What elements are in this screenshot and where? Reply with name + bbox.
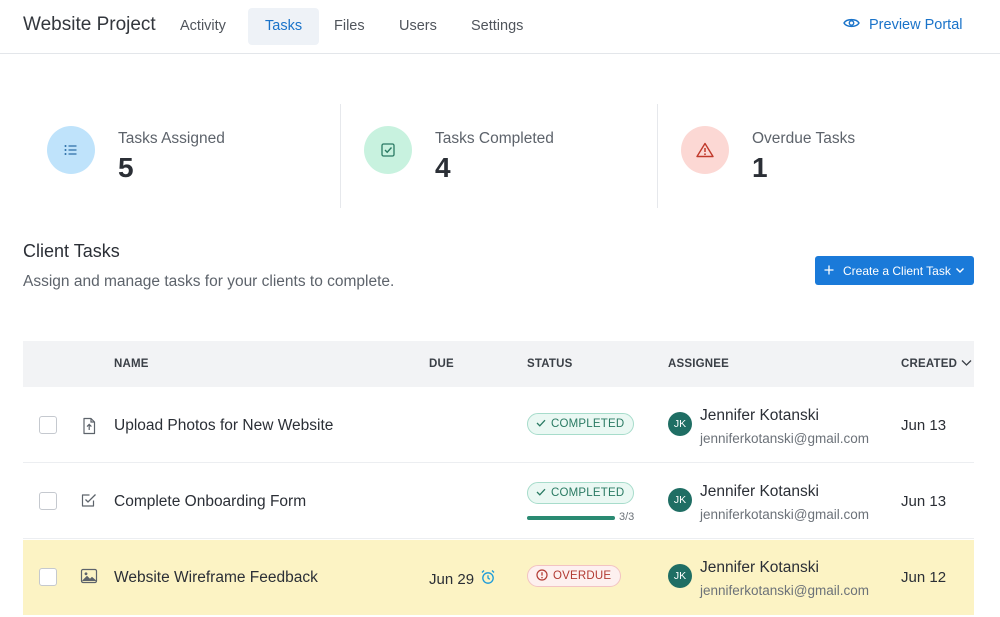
stat-value: 5	[118, 152, 134, 183]
status-badge: COMPLETED	[527, 482, 635, 504]
status-label: COMPLETED	[551, 418, 625, 430]
list-icon	[47, 126, 95, 174]
stat-value: 4	[435, 152, 451, 183]
column-header-status[interactable]: STATUS	[527, 358, 573, 370]
task-name[interactable]: Upload Photos for New Website	[114, 417, 333, 435]
stat-value: 1	[752, 152, 768, 183]
task-progress-fill	[527, 516, 615, 520]
assignee-name: Jennifer Kotanski	[700, 483, 819, 500]
plus-icon	[824, 264, 834, 278]
column-header-assignee[interactable]: ASSIGNEE	[668, 358, 729, 370]
avatar: JK	[668, 488, 692, 512]
assignee-email: jenniferkotanski@gmail.com	[700, 431, 870, 446]
check-icon	[536, 487, 546, 499]
task-name[interactable]: Website Wireframe Feedback	[114, 569, 318, 587]
chevron-down-icon[interactable]	[955, 264, 965, 278]
create-client-task-label: Create a Client Task	[843, 263, 951, 278]
tab-activity[interactable]: Activity	[163, 8, 243, 45]
file-upload-icon	[80, 417, 98, 435]
column-header-created[interactable]: CREATED	[901, 358, 972, 370]
preview-portal-link[interactable]: Preview Portal	[843, 17, 962, 33]
section-title: Client Tasks	[23, 241, 120, 261]
column-header-name[interactable]: NAME	[114, 358, 149, 370]
task-stats: Tasks Assigned 5 Tasks Completed 4 Overd…	[23, 104, 974, 208]
stat-overdue-tasks: Overdue Tasks 1	[657, 104, 974, 208]
sort-chevron-down-icon	[961, 358, 972, 370]
image-icon	[80, 567, 98, 585]
preview-portal-label: Preview Portal	[869, 17, 963, 33]
created-date: Jun 13	[901, 493, 947, 510]
section-subtitle: Assign and manage tasks for your clients…	[23, 273, 395, 290]
stat-tasks-completed: Tasks Completed 4	[340, 104, 657, 208]
tab-settings[interactable]: Settings	[454, 8, 540, 45]
row-checkbox[interactable]	[39, 568, 57, 586]
task-progress-text: 3/3	[619, 511, 635, 523]
warning-triangle-icon	[681, 126, 729, 174]
form-check-icon	[80, 491, 98, 509]
due-date-text: Jun 29	[429, 570, 475, 588]
alarm-clock-icon	[480, 569, 496, 589]
stat-label: Overdue Tasks	[752, 130, 856, 147]
tab-files[interactable]: Files	[317, 8, 382, 45]
status-badge: COMPLETED	[527, 413, 635, 435]
checkbox-check-icon	[364, 126, 412, 174]
assignee-name: Jennifer Kotanski	[700, 407, 819, 424]
column-header-due[interactable]: DUE	[429, 358, 454, 370]
status-label: OVERDUE	[553, 570, 612, 582]
check-icon	[536, 418, 546, 430]
created-date: Jun 12	[901, 569, 947, 586]
stat-label: Tasks Assigned	[118, 130, 225, 147]
tab-users[interactable]: Users	[382, 8, 454, 45]
top-nav-bar: Website Project Activity Tasks Files Use…	[0, 0, 1000, 54]
alert-circle-icon	[536, 568, 548, 584]
created-date: Jun 13	[901, 417, 947, 434]
table-row[interactable]: Website Wireframe Feedback Jun 29 OVERDU…	[23, 540, 974, 615]
avatar: JK	[668, 412, 692, 436]
assignee-name: Jennifer Kotanski	[700, 559, 819, 576]
row-checkbox[interactable]	[39, 416, 57, 434]
status-badge: OVERDUE	[527, 565, 622, 587]
assignee-email: jenniferkotanski@gmail.com	[700, 583, 870, 598]
project-title: Website Project	[23, 14, 156, 35]
column-header-created-label: CREATED	[901, 358, 958, 370]
tab-tasks[interactable]: Tasks	[248, 8, 320, 45]
table-row[interactable]: Complete Onboarding Form COMPLETED 3/3 J…	[23, 464, 974, 539]
assignee-email: jenniferkotanski@gmail.com	[700, 507, 870, 522]
due-date: Jun 29	[429, 569, 496, 589]
task-progress-bar	[527, 516, 615, 520]
tasks-table-header: NAME DUE STATUS ASSIGNEE CREATED	[23, 341, 974, 387]
row-checkbox[interactable]	[39, 492, 57, 510]
task-name[interactable]: Complete Onboarding Form	[114, 493, 306, 511]
create-client-task-button[interactable]: Create a Client Task	[815, 256, 974, 285]
stat-tasks-assigned: Tasks Assigned 5	[23, 104, 340, 208]
status-label: COMPLETED	[551, 487, 625, 499]
stat-label: Tasks Completed	[435, 130, 554, 147]
eye-icon	[843, 17, 860, 33]
table-row[interactable]: Upload Photos for New Website COMPLETED …	[23, 388, 974, 463]
avatar: JK	[668, 564, 692, 588]
